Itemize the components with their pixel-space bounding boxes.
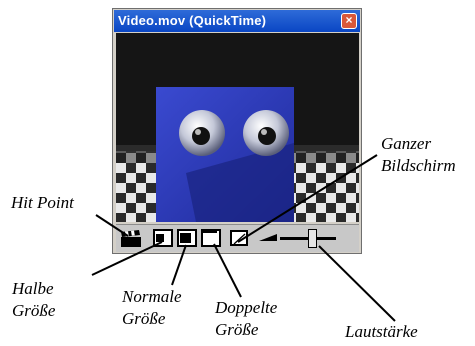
leader-normal-size — [171, 244, 187, 286]
leader-half-size — [91, 241, 163, 276]
annotation-leader-lines — [91, 154, 396, 322]
leader-double-size — [213, 243, 242, 298]
leader-fullscreen — [237, 154, 378, 243]
leader-volume — [318, 245, 396, 322]
leader-hit-point — [95, 214, 129, 237]
